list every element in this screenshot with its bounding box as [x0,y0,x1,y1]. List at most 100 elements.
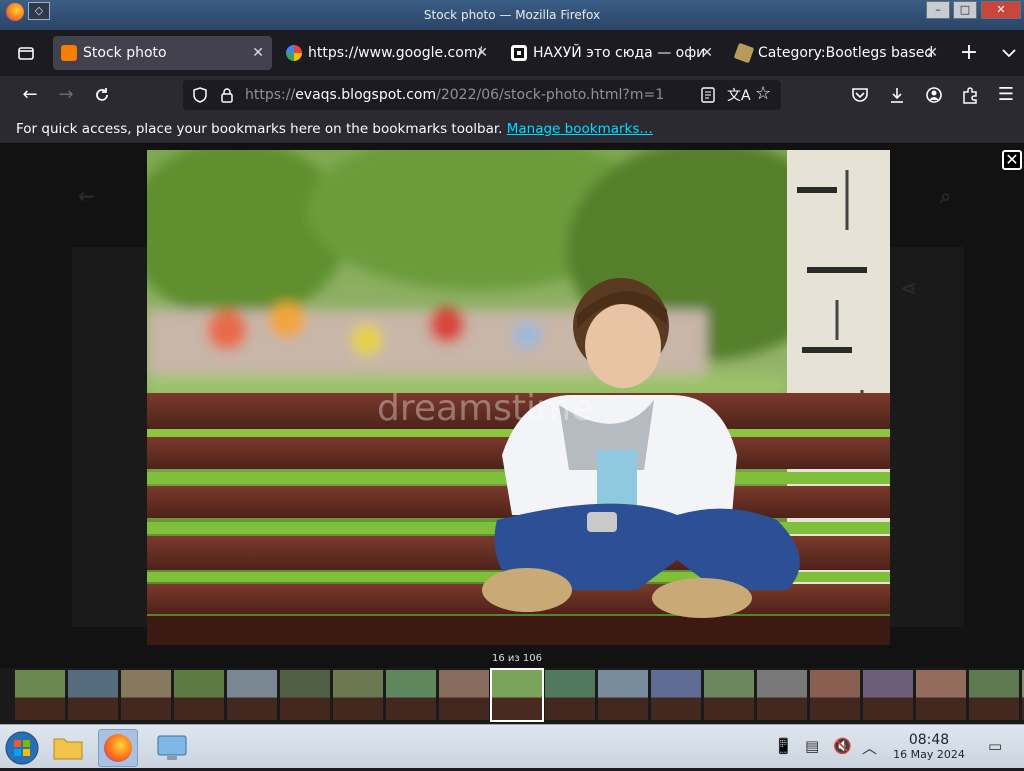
address-bar[interactable]: https://evaqs.blogspot.com/2022/06/stock… [183,80,781,110]
thumbnail[interactable] [121,670,171,720]
bookmark-star-icon[interactable]: ☆ [755,83,771,104]
url-text[interactable]: https://evaqs.blogspot.com/2022/06/stock… [245,87,664,103]
thumbnail[interactable] [969,670,1019,720]
share-icon: ⋖ [900,276,917,300]
bookmarks-hint-text: For quick access, place your bookmarks h… [16,121,503,137]
boy-on-bench-image: dreamstime [147,150,890,645]
reload-icon [96,88,108,101]
url-path: /2022/06/stock-photo.html?m=1 [436,87,665,103]
thumbnail[interactable] [68,670,118,720]
tab-strip: Stock photo ✕ https://www.google.com/ ✕ … [0,30,1024,76]
manage-bookmarks-link[interactable]: Manage bookmarks… [507,121,653,137]
bookmarks-toolbar: For quick access, place your bookmarks h… [0,114,1024,144]
lightbox-close-button[interactable]: ✕ [1002,150,1022,170]
search-icon: ⌕ [940,184,952,208]
tab-google[interactable]: https://www.google.com/ ✕ [278,36,496,70]
window-titlebar: ◇ Stock photo — Mozilla Firefox – □ ✕ [0,0,1024,30]
shield-icon [193,87,207,103]
tab-label: НАХУЙ это сюда — офи [533,45,706,61]
thumbnail[interactable] [863,670,913,720]
thumbnail[interactable] [651,670,701,720]
thumbnail[interactable] [386,670,436,720]
pocket-icon [852,88,868,102]
translate-icon[interactable]: 文A [727,85,751,105]
lock-icon[interactable] [220,87,234,103]
file-manager-button[interactable] [48,729,88,767]
new-tab-button[interactable]: + [953,37,985,69]
thumbnail[interactable] [598,670,648,720]
tab-close-icon[interactable]: ✕ [252,36,264,70]
forward-button[interactable]: → [50,79,82,111]
thumbnail[interactable] [439,670,489,720]
folder-icon [53,738,83,760]
thumbnail[interactable] [174,670,224,720]
thumbnail[interactable] [916,670,966,720]
reader-view-icon[interactable] [700,87,716,103]
blogger-favicon-icon [61,45,77,61]
firefox-view-button[interactable] [10,37,42,69]
minimize-button[interactable]: – [926,1,950,19]
navigation-toolbar: ← → https://evaqs.blogspot.com/2022/06/s… [0,76,1024,114]
thumbnail[interactable] [15,670,65,720]
download-icon [891,88,903,103]
app-menu-button[interactable]: ☰ [990,79,1022,111]
account-icon [926,87,942,103]
url-host: evaqs.blogspot.com [295,87,437,103]
google-favicon-icon [286,45,302,61]
clock-time: 08:48 [908,732,950,748]
thumbnail[interactable] [333,670,383,720]
list-all-tabs-button[interactable] [993,37,1024,69]
image-counter: 16 из 106 [492,653,542,664]
show-desktop-icon[interactable]: ▭ [988,737,1002,755]
thumbnail[interactable] [490,668,544,722]
monitor-icon [157,735,187,760]
url-scheme: https:// [245,87,296,103]
pocket-button[interactable] [844,79,876,111]
firefox-icon [104,734,132,762]
downloads-button[interactable] [881,79,913,111]
tab-label: https://www.google.com/ [308,45,483,61]
tab-label: Stock photo [83,45,167,61]
thumbnail[interactable] [545,670,595,720]
site-favicon-icon [511,45,527,61]
back-button[interactable]: ← [14,79,46,111]
account-button[interactable] [918,79,950,111]
tab-close-icon[interactable]: ✕ [476,36,488,70]
control-panel-button[interactable] [152,729,192,767]
chevron-down-icon [1002,49,1016,58]
close-window-button[interactable]: ✕ [981,1,1021,19]
lightbox-photo: dreamstime [147,150,890,645]
tab-close-icon[interactable]: ✕ [701,36,713,70]
tray-expand-icon[interactable]: ︿ [862,737,877,758]
tab-close-icon[interactable]: ✕ [926,36,938,70]
back-arrow-icon: ← [78,184,95,208]
os-taskbar: 📱 ▤ 🔇 ︿ 08:48 16 May 2024 ▭ [0,724,1024,768]
tab-label: Category:Bootlegs based [758,45,934,61]
clipboard-tray-icon[interactable]: ▤ [805,737,819,755]
thumbnail[interactable] [280,670,330,720]
clock-date: 16 May 2024 [893,748,965,761]
network-tray-icon[interactable]: 📱 [774,737,793,755]
window-title: Stock photo — Mozilla Firefox [423,8,601,22]
tab-category-bootlegs[interactable]: Category:Bootlegs based ✕ [728,36,946,70]
tab-stock-photo[interactable]: Stock photo ✕ [53,36,272,70]
wiki-favicon-icon [733,42,755,64]
thumbnail[interactable] [704,670,754,720]
firefox-view-icon [18,47,34,60]
thumbnail-strip [0,668,1024,724]
thumbnail[interactable] [227,670,277,720]
thumbnail[interactable] [810,670,860,720]
page-content: ← ⌕ ⋖ dreamstime ✕ 16 из 106 [0,144,1024,724]
thumbnail[interactable] [757,670,807,720]
reload-button[interactable] [86,79,118,111]
volume-muted-tray-icon[interactable]: 🔇 [833,737,852,755]
tab-site[interactable]: НАХУЙ это сюда — офи ✕ [503,36,721,70]
maximize-button[interactable]: □ [953,1,977,19]
start-menu-button[interactable] [2,729,42,767]
firefox-taskbar-button[interactable] [98,729,138,767]
puzzle-icon [963,87,977,104]
extensions-button[interactable] [954,79,986,111]
taskbar-clock[interactable]: 08:48 16 May 2024 [884,732,974,761]
watermark-text: dreamstime [377,388,593,429]
start-orb-icon [5,731,39,765]
